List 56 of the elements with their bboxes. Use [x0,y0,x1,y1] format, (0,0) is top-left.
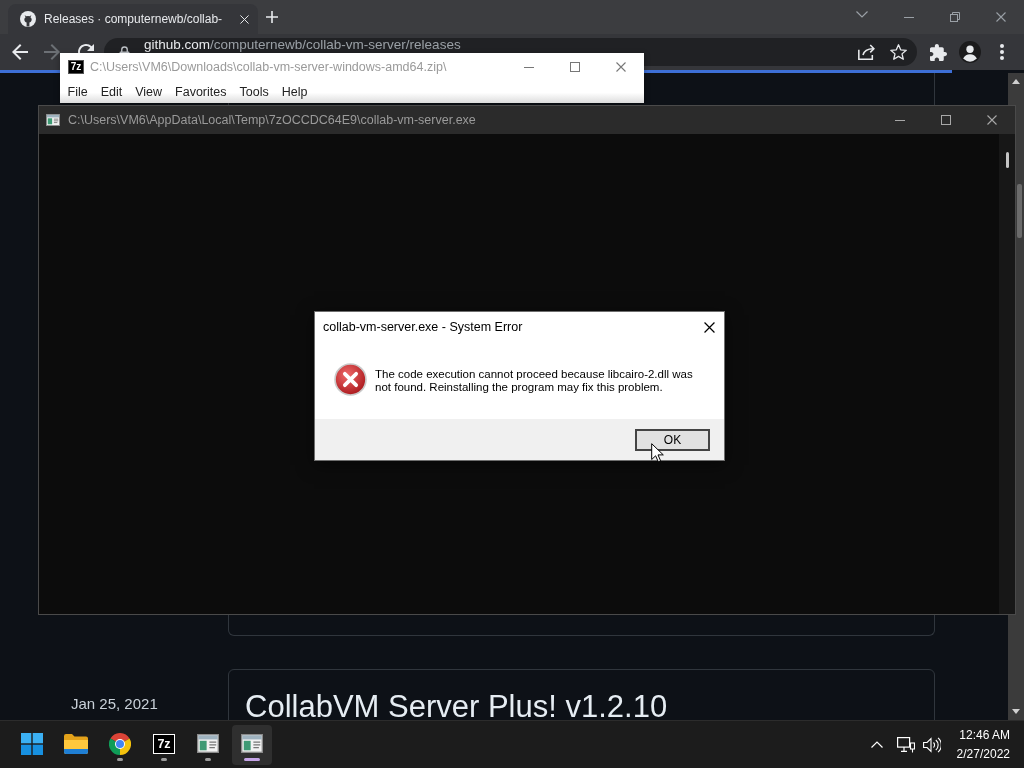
menu-item[interactable]: View [128,82,169,101]
maximize-icon [941,115,951,125]
menu-item[interactable]: Help [275,82,314,101]
release-title: CollabVM Server Plus! v1.2.10 [245,689,669,720]
forward-arrow-icon [44,44,60,60]
plus-icon [266,11,278,23]
error-icon [334,363,367,396]
cat-silhouette-icon [20,11,36,27]
dialog-message: The code execution cannot proceed because libcairo-2.dll was not found. Reinstalling the program may fix this problem. [375,368,694,394]
back-button[interactable] [12,44,28,60]
start-icon [21,732,43,755]
close-icon [239,14,249,24]
lock-icon [119,46,130,53]
clock-button[interactable]: 12:46 AM 2/27/2022 [944,725,1024,764]
chevron-down-icon [856,10,868,18]
menu-icon [1000,44,1004,60]
maximize-icon [570,61,580,72]
menu-item[interactable]: File [61,82,95,101]
restore-icon [950,12,960,22]
dialog-title: collab-vm-server.exe - System Error [323,320,523,334]
chevron-up-icon [871,741,884,748]
folder-icon [64,733,88,754]
browser-icon [109,732,131,755]
profile-button[interactable] [956,38,984,66]
star-icon [889,44,907,60]
share-icon [857,44,875,60]
avatar-icon [959,41,981,63]
menu-item[interactable]: Tools [233,82,276,101]
reload-button[interactable] [78,44,94,53]
app-logo: 7z [153,733,175,754]
window-title: C:\Users\VM6\AppData\Local\Temp\7zOCCDC64E9\collab-vm-server.exe [68,113,476,127]
back-arrow-icon [12,44,28,60]
app-window-icon [241,734,263,753]
close-icon [996,12,1006,22]
browser-tab[interactable]: Releases · computernewb/collab- [8,4,258,34]
console-scrollbar[interactable] [999,134,1015,614]
app-window-icon [197,734,219,753]
app-logo: 7z [68,59,84,74]
scrollbar-thumb[interactable] [1005,152,1009,168]
volume-icon [923,736,941,753]
network-icon [897,736,916,753]
puzzle-icon [929,43,947,61]
scroll-down-icon [1012,709,1020,714]
menu-item[interactable]: Favorites [168,82,233,101]
archiver-button[interactable]: 7z [144,724,184,765]
close-icon [987,115,997,125]
menu-item[interactable]: Edit [94,82,129,101]
scroll-up-icon [1012,79,1020,84]
dialog-button[interactable]: OK [635,428,710,451]
console-app-button[interactable] [232,724,272,765]
scrollbar-thumb[interactable] [1017,184,1022,238]
release-date: Jan 25, 2021 [71,695,158,712]
app-window-icon [46,114,60,126]
reload-icon [78,44,94,53]
close-icon [703,321,715,333]
close-icon [616,61,626,72]
